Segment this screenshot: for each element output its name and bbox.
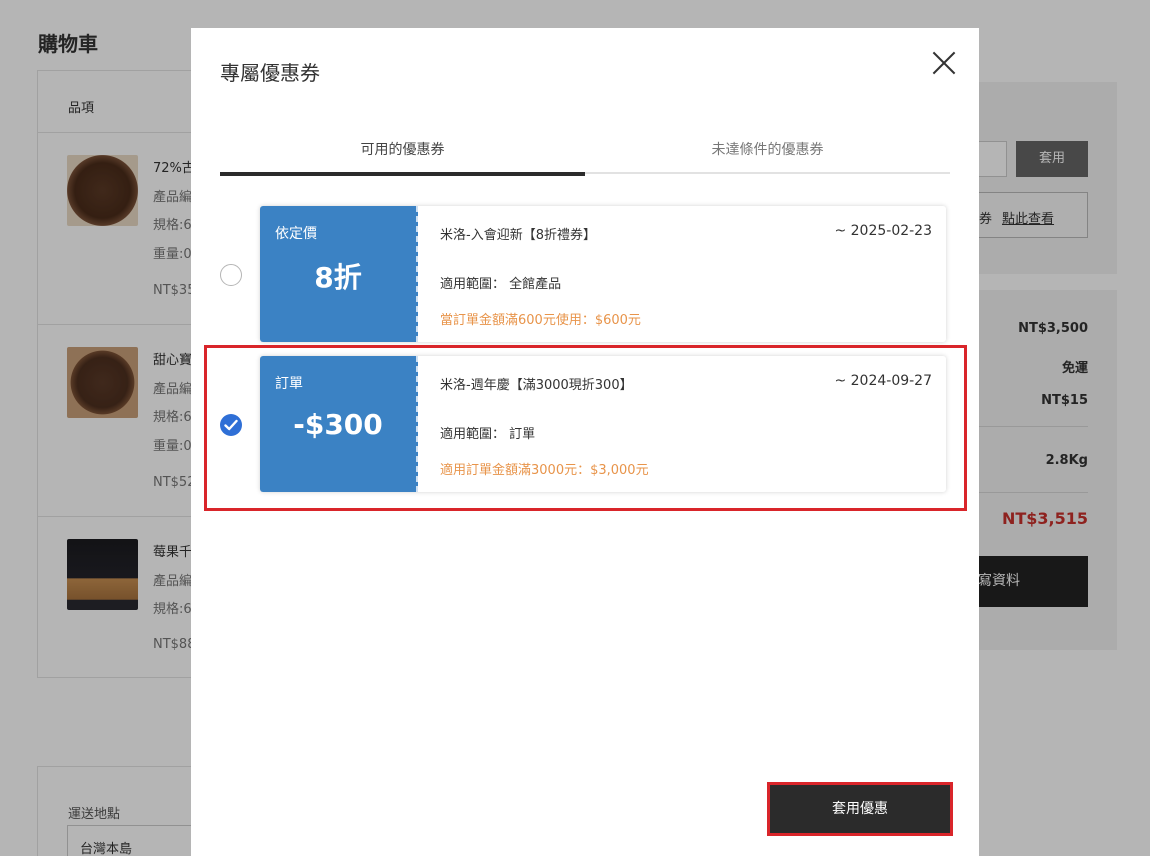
coupon-card[interactable]: 訂單 -$300 米洛-週年慶【滿3000現折300】 ~ 2024-09-27… [260,356,946,492]
apply-coupon-button[interactable]: 套用優惠 [769,784,951,834]
coupon-scope: 適用範圍： 訂單 [440,427,536,442]
coupon-radio-checked[interactable] [220,414,242,436]
modal-title: 專屬優惠券 [220,61,320,85]
tab-available[interactable]: 可用的優惠券 [220,132,585,176]
tab-unavailable[interactable]: 未達條件的優惠券 [585,132,950,174]
check-icon [224,419,238,431]
coupon-badge: 依定價 8折 [260,206,418,342]
coupon-expiry: ~ 2024-09-27 [834,373,932,389]
coupon-name: 米洛-週年慶【滿3000現折300】 [440,378,633,393]
coupon-name: 米洛-入會迎新【8折禮券】 [440,228,596,243]
coupon-type: 依定價 [275,226,317,242]
coupon-badge: 訂單 -$300 [260,356,418,492]
coupon-modal: 專屬優惠券 可用的優惠券 未達條件的優惠券 依定價 8折 米洛-入會迎新【8折禮… [191,28,979,856]
coupon-item: 依定價 8折 米洛-入會迎新【8折禮券】 ~ 2025-02-23 適用範圍： … [220,206,950,342]
coupon-item: 訂單 -$300 米洛-週年慶【滿3000現折300】 ~ 2024-09-27… [220,356,950,492]
coupon-scope: 適用範圍： 全館產品 [440,277,562,292]
coupon-card[interactable]: 依定價 8折 米洛-入會迎新【8折禮券】 ~ 2025-02-23 適用範圍： … [260,206,946,342]
coupon-type: 訂單 [275,376,303,392]
coupon-expiry: ~ 2025-02-23 [834,223,932,239]
coupon-condition: 當訂單金額滿600元使用：$600元 [440,313,641,328]
coupon-value: 8折 [314,261,362,294]
coupon-radio[interactable] [220,264,242,286]
coupon-value: -$300 [293,408,383,441]
close-icon[interactable] [931,50,957,76]
coupon-tabs: 可用的優惠券 未達條件的優惠券 [220,132,950,176]
coupon-condition: 適用訂單金額滿3000元：$3,000元 [440,463,649,478]
